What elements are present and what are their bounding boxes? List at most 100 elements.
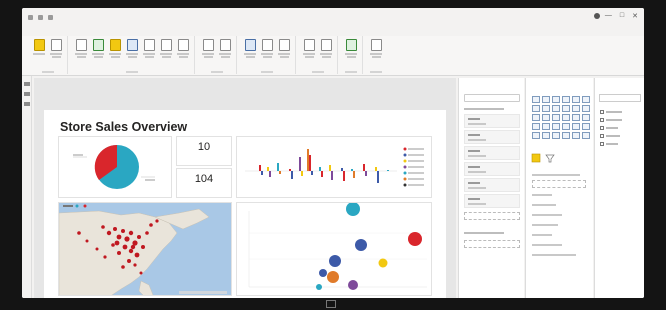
kpi-card[interactable]: 104 <box>176 168 232 198</box>
fields-format-toggle <box>531 153 555 163</box>
sql-button[interactable] <box>125 39 139 74</box>
quick-measure-button[interactable] <box>319 39 333 74</box>
visual-type-icon[interactable] <box>562 105 570 112</box>
field-table-item[interactable] <box>600 126 618 130</box>
text-box-button[interactable] <box>260 39 274 74</box>
filter-card[interactable] <box>464 146 520 160</box>
filter-icon[interactable] <box>545 154 555 163</box>
filter-card[interactable] <box>464 194 520 208</box>
visual-type-icon[interactable] <box>582 105 590 112</box>
more-visuals-button[interactable] <box>277 39 291 74</box>
visual-type-icon[interactable] <box>552 105 560 112</box>
avatar[interactable] <box>594 13 600 19</box>
visual-type-icon[interactable] <box>542 96 550 103</box>
column-bars <box>259 149 389 183</box>
filter-card[interactable] <box>464 178 520 192</box>
filter-card[interactable] <box>464 162 520 176</box>
quick-access-toolbar <box>22 14 53 20</box>
cut-icon <box>50 39 62 51</box>
dataset-button[interactable] <box>108 39 122 74</box>
visual-type-icon[interactable] <box>582 114 590 121</box>
transform-data-button[interactable] <box>201 39 215 74</box>
data-view-icon[interactable] <box>23 92 30 96</box>
visual-type-icon[interactable] <box>542 132 550 139</box>
visual-type-icon[interactable] <box>582 123 590 130</box>
new-measure-button[interactable] <box>302 39 316 74</box>
report-view-icon[interactable] <box>23 82 30 86</box>
app-window: — □ ✕ Store Sales Overview 10 104 <box>22 8 644 298</box>
visual-type-icon[interactable] <box>532 114 540 121</box>
view-switcher <box>22 76 32 298</box>
fields-search-input[interactable] <box>599 94 641 102</box>
excel-icon <box>92 39 104 51</box>
refresh-button[interactable] <box>218 39 232 74</box>
sensitivity-button[interactable] <box>344 39 358 74</box>
column-chart-visual[interactable] <box>236 136 432 198</box>
maximize-button[interactable]: □ <box>620 12 624 20</box>
visual-type-icon[interactable] <box>552 114 560 121</box>
visual-type-icon[interactable] <box>572 114 580 121</box>
windows-start-icon[interactable] <box>326 300 336 308</box>
close-button[interactable]: ✕ <box>632 12 638 20</box>
field-table-item[interactable] <box>600 134 620 138</box>
new-visual-button[interactable] <box>243 39 257 74</box>
field-table-item[interactable] <box>600 110 622 114</box>
ribbon-group-sensitivity <box>340 36 363 74</box>
visual-type-icon[interactable] <box>582 96 590 103</box>
title-bar: — □ ✕ <box>22 8 644 26</box>
save-icon[interactable] <box>28 14 33 20</box>
fields-tab-icon[interactable] <box>531 153 541 163</box>
visual-type-icon[interactable] <box>542 114 550 121</box>
undo-icon[interactable] <box>38 14 43 20</box>
quick-measure-icon <box>320 39 332 51</box>
cut-button[interactable] <box>49 39 63 74</box>
visual-type-icon[interactable] <box>532 132 540 139</box>
visual-type-icon[interactable] <box>572 123 580 130</box>
ribbon-group-calculations <box>298 36 338 74</box>
excel-button[interactable] <box>91 39 105 74</box>
visual-type-icon[interactable] <box>562 132 570 139</box>
get-data-button[interactable] <box>74 39 88 74</box>
visual-type-icon[interactable] <box>552 123 560 130</box>
filter-card[interactable] <box>464 130 520 144</box>
visual-type-icon[interactable] <box>562 114 570 121</box>
enter-data-button[interactable] <box>142 39 156 74</box>
visual-type-icon[interactable] <box>532 96 540 103</box>
kpi-card[interactable]: 10 <box>176 136 232 166</box>
field-well[interactable] <box>532 180 586 188</box>
field-table-item[interactable] <box>600 118 622 122</box>
dataverse-button[interactable] <box>159 39 173 74</box>
paste-button[interactable] <box>32 39 46 74</box>
recent-sources-button[interactable] <box>176 39 190 74</box>
visual-type-icon[interactable] <box>532 123 540 130</box>
redo-icon[interactable] <box>48 14 53 20</box>
table-icon <box>600 118 604 122</box>
pie-chart-visual[interactable] <box>58 136 172 198</box>
field-table-item[interactable] <box>600 142 618 146</box>
ribbon <box>22 36 644 76</box>
visual-type-icon[interactable] <box>542 123 550 130</box>
visual-type-icon[interactable] <box>552 96 560 103</box>
scatter-chart-visual[interactable] <box>236 202 432 296</box>
filter-drop-zone[interactable] <box>464 212 520 220</box>
report-canvas: Store Sales Overview 10 104 <box>34 78 456 298</box>
minimize-button[interactable]: — <box>605 12 612 20</box>
filter-card[interactable] <box>464 114 520 128</box>
visual-type-icon[interactable] <box>572 132 580 139</box>
scatter-bubbles <box>316 202 422 290</box>
scatter-chart <box>248 202 427 290</box>
publish-button[interactable] <box>369 39 383 74</box>
model-view-icon[interactable] <box>23 102 30 106</box>
visual-type-icon[interactable] <box>562 123 570 130</box>
report-page[interactable]: Store Sales Overview 10 104 <box>44 110 446 298</box>
visual-type-icon[interactable] <box>572 105 580 112</box>
visual-type-icon[interactable] <box>532 105 540 112</box>
visual-type-icon[interactable] <box>562 96 570 103</box>
visual-type-icon[interactable] <box>542 105 550 112</box>
map-visual[interactable] <box>58 202 232 296</box>
visual-type-icon[interactable] <box>572 96 580 103</box>
visual-type-icon[interactable] <box>582 132 590 139</box>
visual-type-icon[interactable] <box>552 132 560 139</box>
filter-drop-zone[interactable] <box>464 240 520 248</box>
filters-search-input[interactable] <box>464 94 520 102</box>
